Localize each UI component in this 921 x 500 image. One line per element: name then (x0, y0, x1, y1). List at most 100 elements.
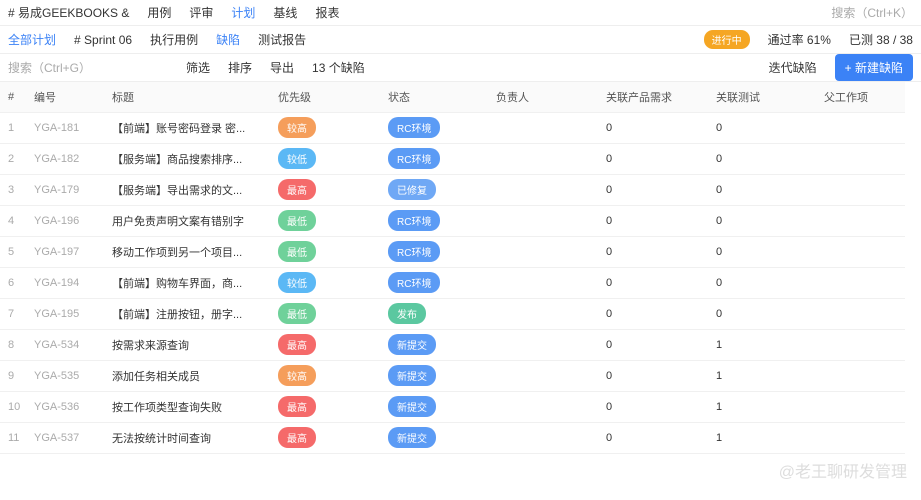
pill: RC环境 (388, 117, 441, 138)
pill: RC环境 (388, 148, 441, 169)
done-count: 已测 38 / 38 (848, 33, 913, 47)
cell: YGA-195 (34, 307, 80, 320)
col-header[interactable]: 关联产品需求 (598, 82, 708, 113)
pill: 最低 (278, 210, 316, 231)
cell: 0 (606, 276, 613, 289)
table-row[interactable]: 11 YGA-537 无法按统计时间查询 最高 新提交 0 1 (0, 422, 905, 454)
cell: 6 (8, 276, 15, 289)
table-row[interactable]: 2 YGA-182 【服务端】商品搜索排序... 较低 RC环境 0 0 (0, 143, 905, 175)
project-name[interactable]: # 易成GEEKBOOKS & (8, 4, 129, 21)
col-header[interactable]: 编号 (26, 82, 104, 113)
cell: YGA-194 (34, 276, 80, 289)
col-header[interactable]: 标题 (104, 82, 270, 113)
cell: 【服务端】导出需求的文... (112, 184, 243, 197)
cell: 0 (716, 245, 723, 258)
pill: RC环境 (388, 210, 441, 231)
sub-tab-1[interactable]: 缺陷 (216, 31, 240, 48)
pill: 最高 (278, 396, 316, 417)
cell: 0 (716, 121, 723, 134)
table-row[interactable]: 10 YGA-536 按工作项类型查询失败 最高 新提交 0 1 (0, 391, 905, 423)
cell: 0 (606, 121, 613, 134)
table-row[interactable]: 1 YGA-181 【前端】账号密码登录 密... 较高 RC环境 0 0 (0, 112, 905, 144)
cell: 0 (606, 214, 613, 227)
cell: 按工作项类型查询失败 (112, 401, 222, 414)
cell: 3 (8, 183, 15, 196)
tab-2[interactable]: 计划 (231, 4, 255, 21)
cell: YGA-181 (34, 121, 80, 134)
pill: RC环境 (388, 272, 441, 293)
pill: 较低 (278, 272, 316, 293)
cell: 0 (716, 307, 723, 320)
table-row[interactable]: 4 YGA-196 用户免责声明文案有错别字 最低 RC环境 0 0 (0, 205, 905, 237)
pill: 已修复 (388, 179, 436, 200)
cell: 11 (8, 431, 20, 444)
cell: YGA-197 (34, 245, 80, 258)
cell: YGA-182 (34, 152, 80, 165)
filter-button[interactable]: 筛选 (186, 59, 210, 76)
cell: 0 (606, 369, 613, 382)
pill: 发布 (388, 303, 426, 324)
table-row[interactable]: 9 YGA-535 添加任务相关成员 较高 新提交 0 1 (0, 360, 905, 392)
cell: 0 (606, 338, 613, 351)
watermark: @老王聊研发管理 (778, 464, 907, 481)
col-header[interactable]: 关联测试 (708, 82, 816, 113)
cell: YGA-179 (34, 183, 80, 196)
iter-label: 迭代缺陷 (768, 61, 817, 75)
crumb[interactable]: 全部计划 (8, 31, 56, 48)
cell: 【前端】注册按钮，册字... (112, 308, 243, 321)
cell: YGA-535 (34, 369, 80, 382)
tab-1[interactable]: 评审 (189, 4, 213, 21)
col-header[interactable]: 优先级 (270, 82, 380, 113)
cell: 1 (716, 431, 723, 444)
cell: 1 (716, 369, 723, 382)
table-row[interactable]: 7 YGA-195 【前端】注册按钮，册字... 最低 发布 0 0 (0, 298, 905, 330)
table-row[interactable]: 3 YGA-179 【服务端】导出需求的文... 最高 已修复 0 0 (0, 174, 905, 206)
new-defect-button[interactable]: + 新建缺陷 (834, 54, 913, 81)
col-header[interactable]: # (0, 82, 26, 113)
cell: 5 (8, 245, 15, 258)
sub-tab-0[interactable]: 执行用例 (150, 31, 198, 48)
col-header[interactable]: 父工作项 (816, 82, 905, 113)
cell: 添加任务相关成员 (112, 370, 200, 383)
cell: 0 (716, 152, 723, 165)
table-row[interactable]: 5 YGA-197 移动工作项到另一个项目... 最低 RC环境 0 0 (0, 236, 905, 268)
cell: 用户免责声明文案有错别字 (112, 215, 244, 228)
pill: 最低 (278, 303, 316, 324)
pill: 较低 (278, 148, 316, 169)
tab-3[interactable]: 基线 (273, 4, 297, 21)
cell: 0 (716, 276, 723, 289)
defect-table: # 编号 标题 优先级 状态 负责人 关联产品需求 关联测试 父工作项 1 YGA-181 【前端】账… (0, 82, 905, 454)
cell: 1 (8, 121, 15, 134)
table-row[interactable]: 8 YGA-534 按需求来源查询 最高 新提交 0 1 (0, 329, 905, 361)
pill: 新提交 (388, 396, 436, 417)
cell: 0 (716, 214, 723, 227)
table-row[interactable]: 6 YGA-194 【前端】购物车界面，商... 较低 RC环境 0 0 (0, 267, 905, 299)
pill: RC环境 (388, 241, 441, 262)
col-header[interactable]: 负责人 (488, 82, 598, 113)
global-search[interactable]: 搜索（Ctrl+K） (831, 4, 913, 21)
pill: 较高 (278, 365, 316, 386)
col-header[interactable]: 状态 (380, 82, 488, 113)
search-input[interactable]: 搜索（Ctrl+G） (8, 59, 168, 76)
pill: 新提交 (388, 427, 436, 448)
pill: 最高 (278, 179, 316, 200)
export-button[interactable]: 导出 (270, 59, 294, 76)
pill: 最低 (278, 241, 316, 262)
cell: YGA-534 (34, 338, 80, 351)
defect-count: 13 个缺陷 (312, 61, 365, 75)
cell: YGA-536 (34, 400, 80, 413)
sort-button[interactable]: 排序 (228, 59, 252, 76)
cell: 4 (8, 214, 15, 227)
cell: 1 (716, 338, 723, 351)
status-badge: 进行中 (703, 30, 750, 49)
sub-tab-2[interactable]: 测试报告 (258, 31, 306, 48)
tab-0[interactable]: 用例 (147, 4, 171, 21)
cell: 0 (606, 307, 613, 320)
top-bar: # 易成GEEKBOOKS & 用例 评审 计划 基线 报表 搜索（Ctrl+K… (0, 0, 921, 26)
cell: 【前端】购物车界面，商... (112, 277, 243, 290)
cell: YGA-537 (34, 431, 80, 444)
pill: 新提交 (388, 334, 436, 355)
sprint[interactable]: # Sprint 06 (74, 33, 132, 47)
tab-4[interactable]: 报表 (315, 4, 339, 21)
pill: 较高 (278, 117, 316, 138)
